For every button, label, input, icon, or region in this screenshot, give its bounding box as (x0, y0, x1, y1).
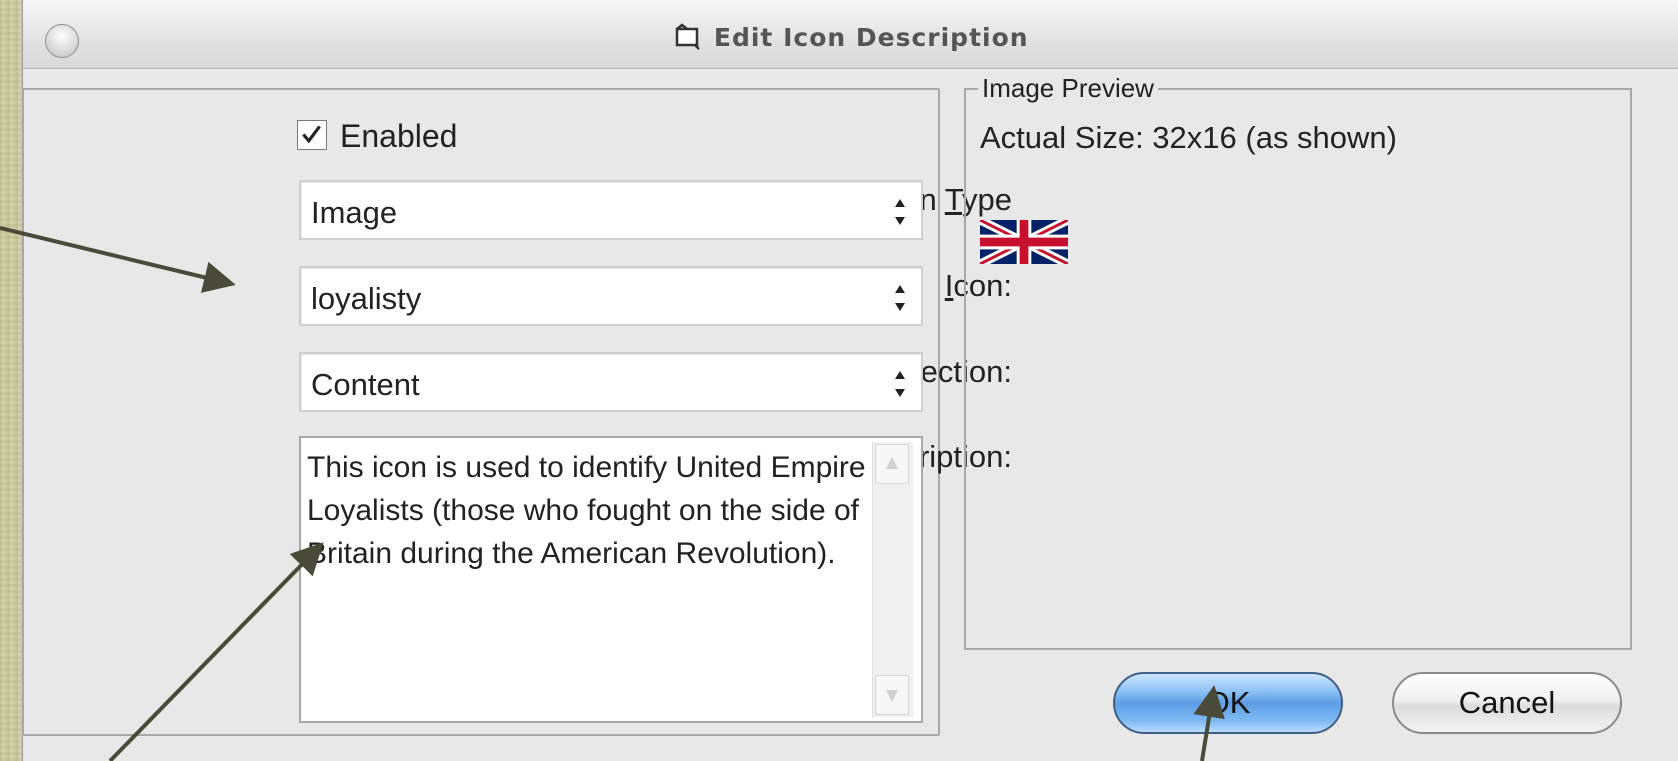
description-text[interactable]: This icon is used to identify United Emp… (307, 446, 867, 575)
scroll-up-button[interactable] (875, 444, 909, 484)
icon-type-select[interactable]: Image (299, 180, 923, 240)
select-arrows-icon (895, 199, 905, 225)
enabled-label: Enabled (340, 118, 458, 154)
image-preview-group (964, 88, 1632, 650)
description-textarea[interactable]: This icon is used to identify United Emp… (299, 436, 923, 723)
scroll-down-button[interactable] (875, 675, 909, 715)
arrow-up-icon (886, 457, 898, 469)
icon-type-value: Image (311, 195, 398, 230)
window-title-text: Edit Icon Description (713, 22, 1029, 52)
actual-size-text: Actual Size: 32x16 (as shown) (980, 120, 1397, 155)
icon-select[interactable]: loyalisty (299, 266, 923, 326)
cancel-button[interactable]: Cancel (1392, 672, 1622, 734)
icon-value: loyalisty (311, 281, 422, 316)
page-section-select[interactable]: Content (299, 352, 923, 412)
select-arrows-icon (895, 371, 905, 397)
edit-document-icon (676, 23, 701, 50)
window-title: Edit Icon Description (23, 22, 1678, 60)
union-jack-flag-icon (980, 220, 1068, 264)
arrow-down-icon (886, 690, 898, 702)
description-scrollbar[interactable] (872, 442, 913, 717)
select-arrows-icon (895, 285, 905, 311)
page-section-value: Content (311, 367, 420, 402)
checkmark-icon (302, 125, 321, 144)
image-preview-legend: Image Preview (978, 73, 1158, 104)
title-bar[interactable]: Edit Icon Description (23, 0, 1678, 69)
enabled-checkbox[interactable] (297, 120, 327, 150)
ok-button[interactable]: OK (1113, 672, 1343, 734)
